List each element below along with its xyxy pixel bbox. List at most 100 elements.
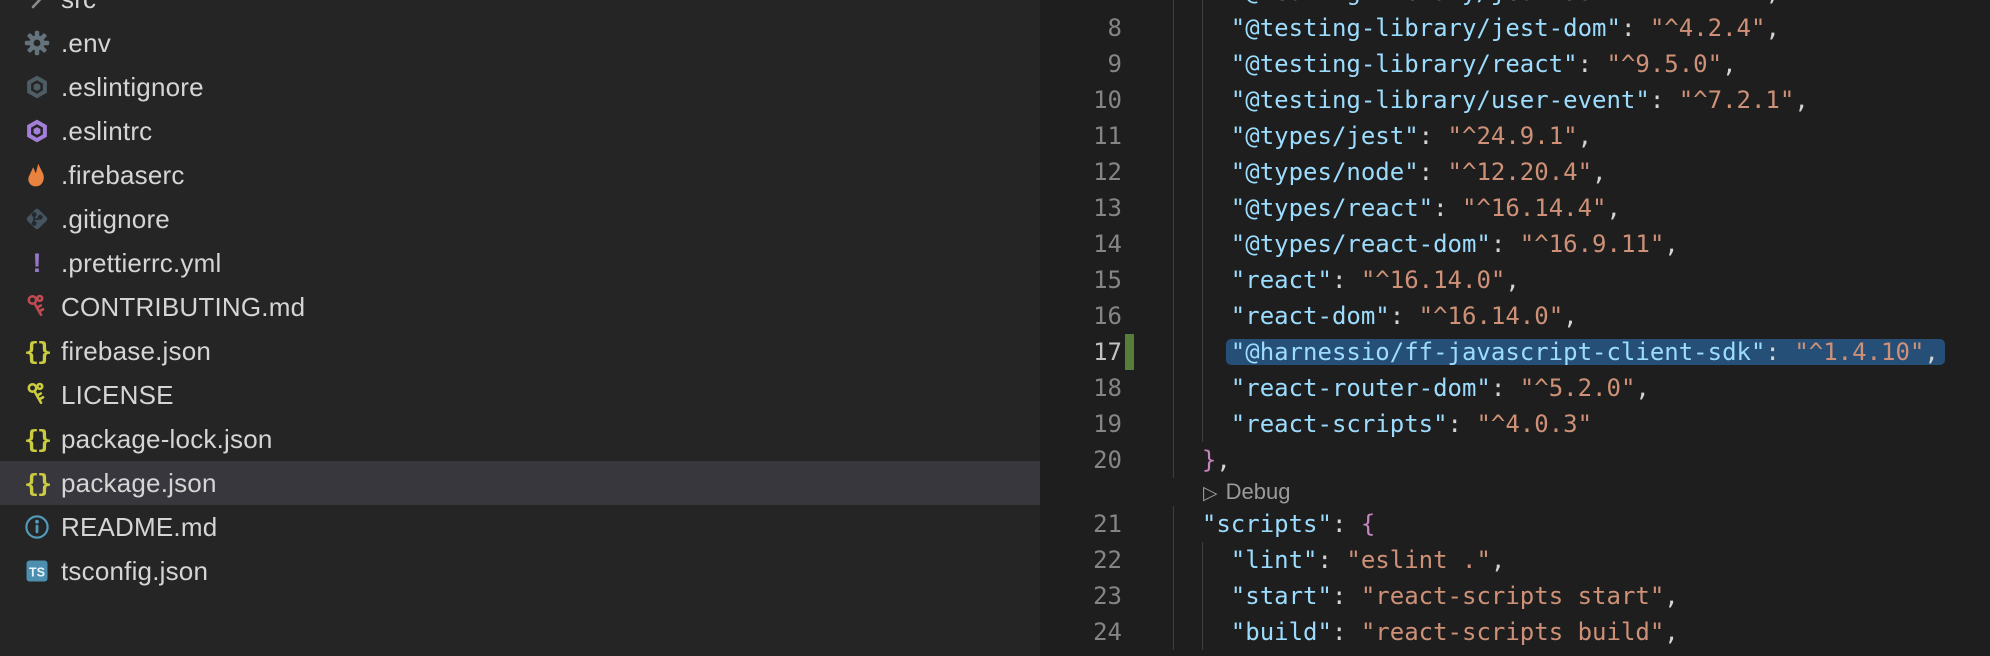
sidebar-item-package-json[interactable]: {}package.json [0, 461, 1040, 505]
line-content[interactable]: "@testing-library/user-event": "^7.2.1", [1160, 82, 1990, 118]
indent-guide [1173, 46, 1174, 82]
sidebar-item-eslintignore[interactable]: .eslintignore [0, 65, 1040, 109]
code-line-12[interactable]: 12 "@types/node": "^12.20.4", [1040, 154, 1990, 190]
line-content[interactable]: "@types/jest": "^24.9.1", [1160, 118, 1990, 154]
line-content[interactable]: "@types/node": "^12.20.4", [1160, 154, 1990, 190]
line-number[interactable]: 22 [1040, 542, 1160, 578]
codelens-debug-link[interactable]: ▷Debug [1160, 478, 1290, 506]
sidebar-item-gitignore[interactable]: .gitignore [0, 197, 1040, 241]
braces-icon: {} [22, 336, 52, 366]
line-number[interactable]: 11 [1040, 118, 1160, 154]
line-number[interactable]: 14 [1040, 226, 1160, 262]
code-line-13[interactable]: 13 "@types/react": "^16.14.4", [1040, 190, 1990, 226]
punctuation: , [1765, 0, 1779, 6]
punctuation: : [1419, 158, 1448, 186]
line-content[interactable]: }, [1160, 442, 1990, 478]
line-number[interactable]: 21 [1040, 506, 1160, 542]
sidebar-item-contributing-md[interactable]: CONTRIBUTING.md [0, 285, 1040, 329]
punctuation: , [1924, 338, 1938, 366]
sidebar-item-firebaserc[interactable]: .firebaserc [0, 153, 1040, 197]
line-number[interactable]: 24 [1040, 614, 1160, 650]
file-label: .eslintrc [61, 116, 152, 147]
punctuation: , [1563, 302, 1577, 330]
line-number[interactable]: 19 [1040, 406, 1160, 442]
code-line-14[interactable]: 14 "@types/react-dom": "^16.9.11", [1040, 226, 1990, 262]
vscode-window: src.env.eslintignore .eslintrc .firebaserc… [0, 0, 1990, 656]
line-content[interactable]: "build": "react-scripts build", [1160, 614, 1990, 650]
code-line-15[interactable]: 15 "react": "^16.14.0", [1040, 262, 1990, 298]
code-line-17[interactable]: 17 "@harnessio/ff-javascript-client-sdk"… [1040, 334, 1990, 370]
sidebar-item-license[interactable]: LICENSE [0, 373, 1040, 417]
line-number[interactable]: 20 [1040, 442, 1160, 478]
indent-guide [1173, 578, 1174, 614]
code-line-21[interactable]: 21 "scripts": { [1040, 506, 1990, 542]
sidebar-item-eslintrc[interactable]: .eslintrc [0, 109, 1040, 153]
code-line-10[interactable]: 10 "@testing-library/user-event": "^7.2.… [1040, 82, 1990, 118]
line-number[interactable]: 13 [1040, 190, 1160, 226]
line-content[interactable]: "react-scripts": "^4.0.3" [1160, 406, 1990, 442]
line-number[interactable]: 9 [1040, 46, 1160, 82]
line-number[interactable]: 12 [1040, 154, 1160, 190]
indent-guide [1202, 118, 1203, 154]
line-number[interactable]: 18 [1040, 370, 1160, 406]
code-line-18[interactable]: 18 "react-router-dom": "^5.2.0", [1040, 370, 1990, 406]
json-value: "^9.5.0" [1606, 50, 1722, 78]
codelens-row: ▷Debug [1040, 478, 1990, 506]
sidebar-item-firebase-json[interactable]: {} firebase.json [0, 329, 1040, 373]
file-label: .gitignore [61, 204, 170, 235]
indent-guide [1173, 542, 1174, 578]
sidebar-item-prettierrc-yml[interactable]: !.prettierrc.yml [0, 241, 1040, 285]
line-content[interactable]: "@types/react": "^16.14.4", [1160, 190, 1990, 226]
code-editor[interactable]: 7 "@testing-library/jest-dom": "^4.2.4",… [1040, 0, 1990, 656]
sidebar-item-tsconfig-json[interactable]: TStsconfig.json [0, 549, 1040, 593]
line-number[interactable]: 17 [1040, 334, 1160, 370]
sidebar-item-readme-md[interactable]: README.md [0, 505, 1040, 549]
info-icon [22, 512, 52, 542]
line-content[interactable]: "@testing-library/react": "^9.5.0", [1160, 46, 1990, 82]
sidebar-item-env[interactable]: .env [0, 21, 1040, 65]
code-line-23[interactable]: 23 "start": "react-scripts start", [1040, 578, 1990, 614]
code-line-20[interactable]: 20 }, [1040, 442, 1990, 478]
line-content[interactable]: "react": "^16.14.0", [1160, 262, 1990, 298]
line-content[interactable]: "react-router-dom": "^5.2.0", [1160, 370, 1990, 406]
keys-yellow-icon [22, 380, 52, 410]
line-number[interactable]: 10 [1040, 82, 1160, 118]
line-content[interactable]: "@testing-library/jest-dom": "^4.2.4", [1160, 0, 1990, 10]
code-line-19[interactable]: 19 "react-scripts": "^4.0.3" [1040, 406, 1990, 442]
json-key: "react-scripts" [1231, 410, 1448, 438]
file-label: firebase.json [61, 336, 211, 367]
json-value: "^1.4.10" [1794, 338, 1924, 366]
bracket: } [1202, 446, 1216, 474]
indent-guide [1173, 442, 1174, 478]
code-line-8[interactable]: 8 "@testing-library/jest-dom": "^4.2.4", [1040, 10, 1990, 46]
line-number[interactable]: 23 [1040, 578, 1160, 614]
sidebar-item-src[interactable]: src [0, 0, 1040, 21]
line-content[interactable]: "scripts": { [1160, 506, 1990, 542]
punctuation: : [1332, 510, 1361, 538]
indent-guide [1202, 370, 1203, 406]
punctuation: : [1332, 266, 1361, 294]
code-line-22[interactable]: 22 "lint": "eslint .", [1040, 542, 1990, 578]
json-value: "^4.0.3" [1476, 410, 1592, 438]
line-content[interactable]: "react-dom": "^16.14.0", [1160, 298, 1990, 334]
line-content[interactable]: "@types/react-dom": "^16.9.11", [1160, 226, 1990, 262]
line-content[interactable]: "lint": "eslint .", [1160, 542, 1990, 578]
line-content[interactable]: "@testing-library/jest-dom": "^4.2.4", [1160, 10, 1990, 46]
svg-text:TS: TS [29, 566, 45, 580]
line-number[interactable]: 7 [1040, 0, 1160, 10]
code-line-16[interactable]: 16 "react-dom": "^16.14.0", [1040, 298, 1990, 334]
indent-guide [1202, 190, 1203, 226]
code-line-7[interactable]: 7 "@testing-library/jest-dom": "^4.2.4", [1040, 0, 1990, 10]
json-key: "@types/react-dom" [1231, 230, 1491, 258]
punctuation: : [1332, 582, 1361, 610]
code-line-24[interactable]: 24 "build": "react-scripts build", [1040, 614, 1990, 650]
code-line-9[interactable]: 9 "@testing-library/react": "^9.5.0", [1040, 46, 1990, 82]
line-number[interactable]: 8 [1040, 10, 1160, 46]
code-line-11[interactable]: 11 "@types/jest": "^24.9.1", [1040, 118, 1990, 154]
line-content[interactable]: "start": "react-scripts start", [1160, 578, 1990, 614]
line-number[interactable]: 16 [1040, 298, 1160, 334]
sidebar-item-package-lock-json[interactable]: {}package-lock.json [0, 417, 1040, 461]
line-number[interactable]: 15 [1040, 262, 1160, 298]
line-content[interactable]: "@harnessio/ff-javascript-client-sdk": "… [1160, 334, 1990, 370]
indent-guide [1202, 262, 1203, 298]
